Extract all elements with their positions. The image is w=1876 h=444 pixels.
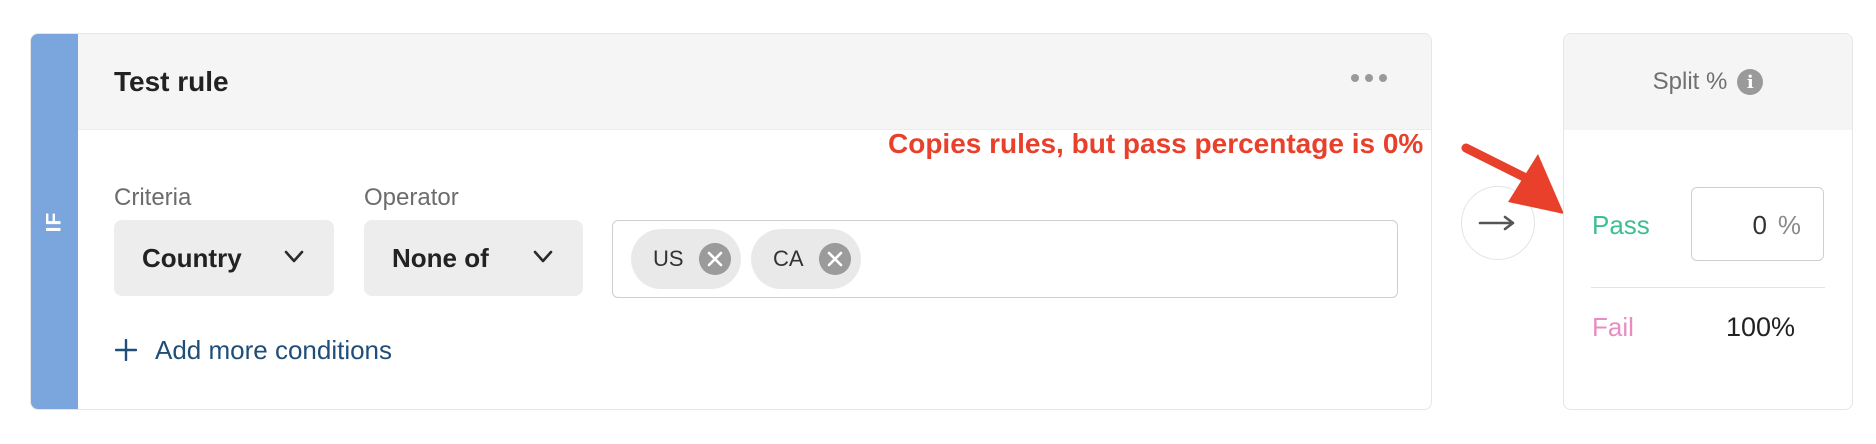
fail-percentage-value: 100%: [1725, 312, 1795, 342]
pass-percentage-input[interactable]: 0 %: [1691, 187, 1824, 261]
value-tag-ca: CA: [751, 229, 861, 289]
operator-label: Operator: [364, 184, 459, 211]
values-multiselect[interactable]: US CA: [612, 220, 1398, 298]
value-tag-us: US: [631, 229, 741, 289]
split-title: Split %: [1652, 68, 1728, 95]
split-header: Split % i: [1564, 34, 1852, 130]
plus-icon: [115, 339, 137, 361]
dot: [1351, 74, 1359, 82]
pass-label: Pass: [1592, 210, 1650, 240]
split-divider: [1591, 287, 1825, 288]
if-label: IF: [42, 211, 66, 232]
pass-percentage-value: 0: [1752, 210, 1767, 240]
criteria-value: Country: [142, 242, 242, 273]
fail-label: Fail: [1592, 312, 1634, 342]
tag-label: US: [653, 246, 684, 271]
chevron-down-icon: [284, 250, 304, 263]
operator-value: None of: [392, 242, 489, 273]
dot: [1379, 74, 1387, 82]
rule-card: IF Test rule Criteria Country Operator N…: [30, 33, 1432, 410]
rule-title: Test rule: [114, 66, 229, 97]
split-card: Split % i Pass 0 % Fail 100%: [1563, 33, 1853, 410]
dot: [1365, 74, 1373, 82]
add-more-conditions-label: Add more conditions: [155, 334, 393, 365]
rule-header: Test rule: [78, 34, 1431, 130]
percent-unit: %: [1777, 210, 1801, 240]
criteria-label: Criteria: [114, 184, 192, 211]
operator-dropdown[interactable]: None of: [364, 220, 583, 296]
rule-editor: IF Test rule Criteria Country Operator N…: [0, 0, 1876, 444]
remove-tag-icon[interactable]: [699, 243, 731, 275]
add-more-conditions-button[interactable]: Add more conditions: [115, 330, 392, 370]
tag-label: CA: [773, 246, 804, 271]
if-strip: IF: [31, 34, 78, 409]
annotation-text: Copies rules, but pass percentage is 0%: [888, 128, 1424, 159]
remove-tag-icon[interactable]: [819, 243, 851, 275]
more-options-icon[interactable]: [1351, 68, 1387, 88]
chevron-down-icon: [533, 250, 553, 263]
info-icon[interactable]: i: [1737, 69, 1764, 95]
criteria-dropdown[interactable]: Country: [114, 220, 334, 296]
